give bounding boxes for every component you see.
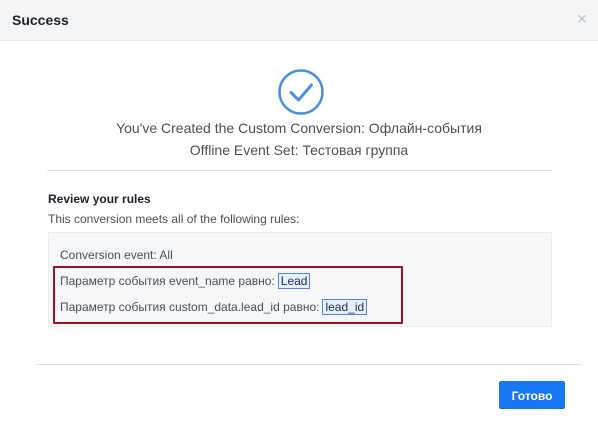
- review-rules-heading: Review your rules: [48, 192, 151, 206]
- rule-label: Conversion event: All: [60, 248, 173, 262]
- divider: [47, 170, 552, 171]
- footer-divider: [36, 364, 581, 365]
- checkmark-circle-icon: [278, 69, 324, 115]
- offline-event-set-text: Offline Event Set: Тестовая группа: [189, 142, 409, 158]
- review-rules-subtitle: This conversion meets all of the followi…: [48, 212, 300, 226]
- highlight-annotation: [53, 266, 403, 324]
- success-dialog: Success × You've Created the Custom Conv…: [0, 0, 598, 423]
- dialog-header: Success ×: [0, 0, 598, 41]
- close-icon[interactable]: ×: [575, 10, 589, 28]
- dialog-title: Success: [12, 12, 69, 28]
- conversion-created-text: You've Created the Custom Conversion: Оф…: [116, 120, 482, 136]
- done-button[interactable]: Готово: [499, 381, 565, 409]
- rule-conversion-event: Conversion event: All: [60, 248, 173, 262]
